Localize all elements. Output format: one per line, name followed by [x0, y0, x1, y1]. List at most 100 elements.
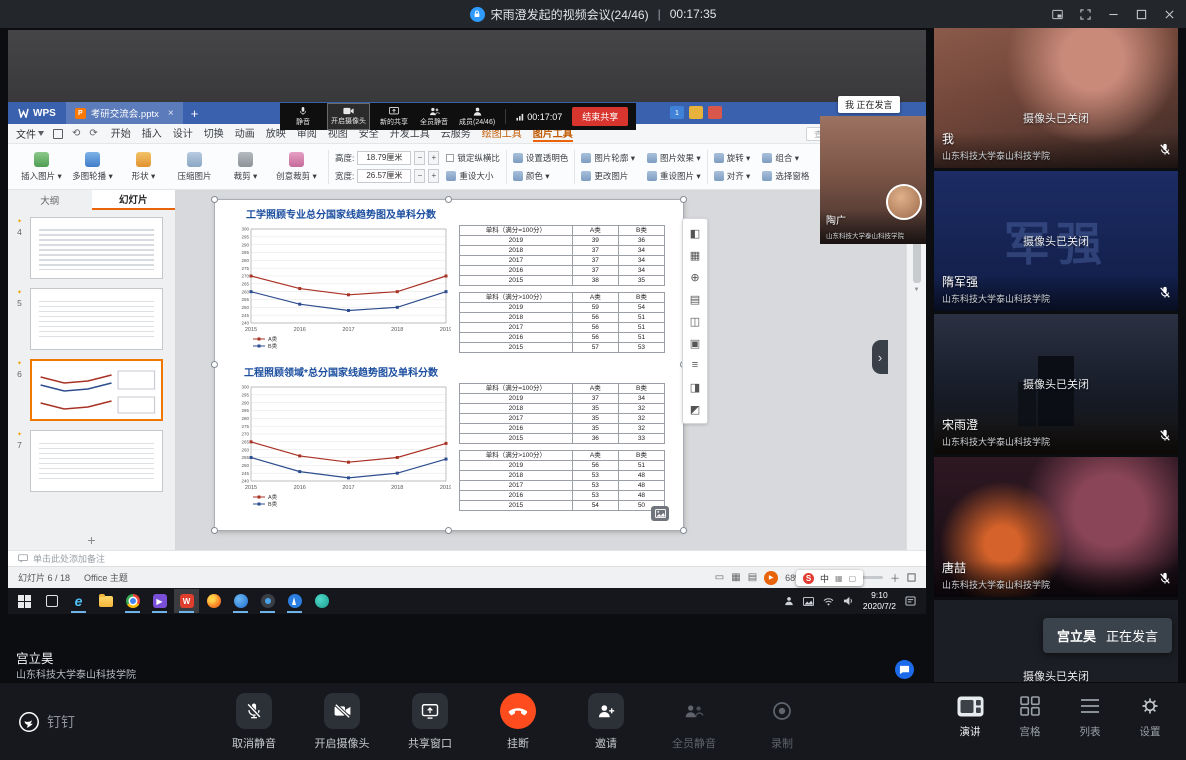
minimize-icon[interactable]: [1107, 8, 1120, 21]
maximize-icon[interactable]: [1135, 8, 1148, 21]
width-minus-icon: −: [414, 169, 425, 183]
share-window-button[interactable]: 共享窗口: [386, 693, 474, 751]
clock-time: 9:10: [863, 590, 896, 601]
wps-body: 大纲 幻灯片 ✦4 ✦5: [8, 190, 926, 550]
a-score-cell: 39: [572, 236, 618, 246]
year-cell: 2016: [460, 266, 573, 276]
year-cell: 2016: [460, 333, 573, 343]
b-score-cell: 35: [618, 276, 664, 286]
dingtalk-meeting-window: 宋雨澄发起的视频会议(24/46) | 00:17:35 WPS: [0, 0, 1186, 760]
toolbar-view-switcher: 演讲 宫格 列表 设置: [948, 695, 1172, 739]
slide-panel-tabs: 大纲 幻灯片: [8, 190, 175, 210]
grid-view-button[interactable]: 宫格: [1008, 695, 1052, 739]
slides-tab: 幻灯片: [92, 190, 176, 210]
ime-keyboard-icon: ▦: [835, 574, 843, 583]
add-slide-button: +: [8, 530, 175, 550]
table-row: 20173734: [460, 256, 665, 266]
a-score-cell: 53: [572, 481, 618, 491]
selection-handle: [680, 527, 687, 534]
notes-placeholder: 单击此处添加备注: [33, 552, 105, 565]
participant-org: 山东科技大学泰山科技学院: [942, 578, 1050, 591]
ribbon-divider: [574, 150, 575, 184]
participant-name: 唐喆: [942, 559, 966, 576]
text-tool-icon: ▤: [683, 288, 707, 310]
year-cell: 2017: [460, 323, 573, 333]
hangup-button[interactable]: 挂断: [474, 693, 562, 751]
participant-tile[interactable]: 军强 摄像头已关闭 隋军强 山东科技大学泰山科技学院: [934, 171, 1178, 311]
chart-title: 工程照顾领域*总分国家线趋势图及单科分数: [225, 364, 457, 379]
score-tables: 单科（满分=100分） A类 B类 2019373420183532201735…: [459, 381, 665, 511]
shared-screen-stage[interactable]: WPS P 考研交流会.pptx × + 1 文件: [8, 30, 926, 614]
pip-icon[interactable]: [1051, 8, 1064, 21]
camera-on-button[interactable]: 开启摄像头: [298, 693, 386, 751]
table-header-row: 单科（满分=100分） A类 B类: [460, 384, 665, 394]
chart-title: 工学照顾专业总分国家线趋势图及单科分数: [225, 206, 457, 221]
wps-side-toolbar: ◧ ▦ ⊕ ▤ ◫ ▣ ≡ ◨ ◩: [682, 218, 708, 424]
ribbon-button-icon: [34, 152, 49, 167]
b-score-cell: 34: [618, 394, 664, 404]
ribbon-button: 创意裁剪 ▾: [271, 152, 322, 182]
slide-indicator: 幻灯片 6 / 18: [18, 571, 70, 584]
members-icon: [473, 107, 482, 116]
svg-text:240: 240: [241, 479, 249, 484]
selection-handle: [445, 527, 452, 534]
ribbon-small-button: 选择窗格: [762, 170, 809, 182]
settings-button[interactable]: 设置: [1128, 695, 1172, 739]
svg-text:300: 300: [241, 227, 249, 232]
share-control-bar: 静音 开启摄像头 新的共享 全员静音 成员(24/46): [280, 103, 636, 130]
sogou-logo-icon: S: [803, 573, 814, 584]
table-header-row: 单科（满分=100分） A类 B类: [460, 226, 665, 236]
participant-tile[interactable]: 摄像头已关闭 宋雨澄 山东科技大学泰山科技学院: [934, 314, 1178, 454]
svg-text:275: 275: [241, 424, 249, 429]
participant-tile[interactable]: 宫立昊 正在发言 摄像头已关闭: [934, 600, 1178, 682]
year-cell: 2016: [460, 424, 573, 434]
participant-org: 山东科技大学泰山科技学院: [942, 292, 1050, 305]
svg-text:2019: 2019: [440, 327, 451, 333]
meeting-duration: 00:17:35: [670, 7, 717, 21]
trend-line-chart: 2402452502552602652702752802852902953002…: [225, 223, 451, 351]
height-plus-icon: +: [428, 151, 439, 165]
a-score-cell: 35: [572, 414, 618, 424]
mute-all-icon: [683, 701, 705, 721]
table-row: 20165348: [460, 491, 665, 501]
participant-tile-me[interactable]: 摄像头已关闭 我 山东科技大学泰山科技学院: [934, 28, 1178, 168]
chat-button[interactable]: [895, 660, 914, 679]
ribbon-button: 形状 ▾: [118, 152, 169, 182]
speaker-view-button[interactable]: 演讲: [948, 695, 992, 739]
ribbon-small-icon: [647, 153, 657, 163]
camera-off-label: 摄像头已关闭: [934, 110, 1178, 126]
reading-view-icon: ▤: [748, 572, 757, 583]
close-icon[interactable]: [1163, 8, 1176, 21]
slideshow-play-icon: ▶: [764, 571, 778, 585]
transition-star-icon: ✦: [17, 360, 22, 367]
list-view-button[interactable]: 列表: [1068, 695, 1112, 739]
svg-text:290: 290: [241, 400, 249, 405]
meeting-title: 宋雨澄发起的视频会议(24/46): [491, 6, 649, 23]
wps-document-tab-title: 考研交流会.pptx: [91, 106, 159, 120]
b-score-cell: 51: [618, 333, 664, 343]
table-row: 20175348: [460, 481, 665, 491]
ribbon-small-icon: [714, 171, 724, 181]
svg-text:A类: A类: [268, 493, 278, 501]
slide-thumbnail-row: ✦6: [12, 359, 163, 421]
selection-handle: [211, 361, 218, 368]
svg-text:285: 285: [241, 250, 249, 255]
a-score-cell: 53: [572, 471, 618, 481]
year-cell: 2018: [460, 404, 573, 414]
svg-text:A类: A类: [268, 335, 278, 343]
collapse-chevron-icon: ›: [872, 340, 888, 374]
participant-tile[interactable]: 唐喆 山东科技大学泰山科技学院: [934, 457, 1178, 597]
table-row: 20175651: [460, 323, 665, 333]
fullscreen-icon[interactable]: [1079, 8, 1092, 21]
invite-button[interactable]: 邀请: [562, 693, 650, 751]
svg-text:2016: 2016: [294, 327, 306, 333]
unmute-button[interactable]: 取消静音: [210, 693, 298, 751]
ribbon-divider: [707, 150, 708, 184]
table-row: 20185651: [460, 313, 665, 323]
svg-text:275: 275: [241, 266, 249, 271]
svg-text:250: 250: [241, 463, 249, 468]
reset-size-icon: [446, 171, 456, 181]
qq-browser-icon: [228, 589, 253, 613]
year-cell: 2015: [460, 343, 573, 353]
a-score-cell: 35: [572, 404, 618, 414]
